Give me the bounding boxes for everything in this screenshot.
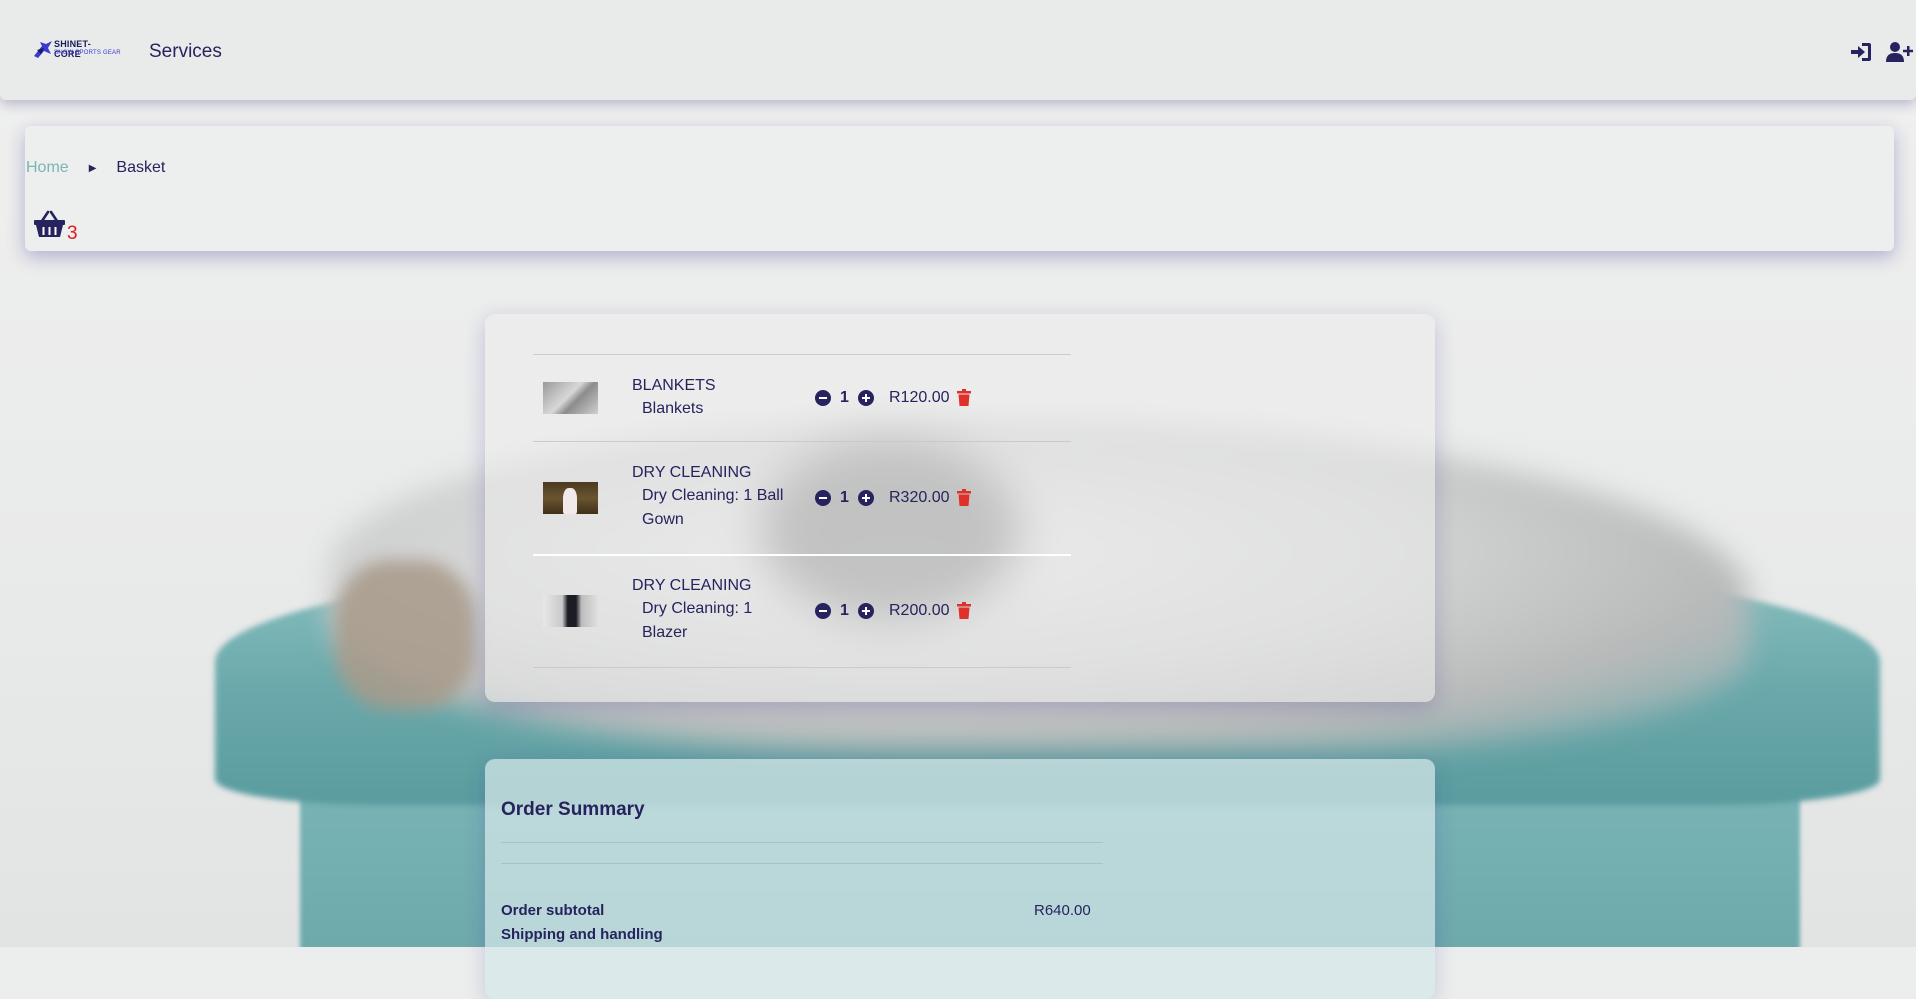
basket-item-row: BLANKETS Blankets 1 R120.00 (533, 354, 1071, 441)
cart-button[interactable]: 3 (33, 210, 78, 243)
item-thumbnail (543, 595, 598, 627)
quantity-stepper: 1 (815, 602, 874, 620)
increase-quantity-button[interactable] (857, 603, 874, 619)
item-description: Blankets (642, 400, 704, 417)
order-summary-title: Order Summary (501, 799, 645, 820)
item-price: R200.00 (889, 602, 950, 619)
login-icon[interactable] (1849, 41, 1873, 63)
breadcrumb-home-link[interactable]: Home (26, 159, 69, 177)
logo-brand-text: SHINET-CORE (54, 39, 91, 59)
logo-tagline: SNOW SPORTS GEAR (54, 50, 121, 56)
item-category: BLANKETS (632, 377, 716, 394)
decrease-quantity-button[interactable] (815, 603, 831, 619)
delete-trash-icon[interactable] (957, 602, 971, 619)
quantity-stepper: 1 (815, 489, 874, 507)
item-category: DRY CLEANING (632, 464, 752, 481)
top-navbar: SHINET-CORE SNOW SPORTS GEAR Services (0, 0, 1916, 100)
basket-items-card: BLANKETS Blankets 1 R120.00 DRY CLEANING… (485, 314, 1435, 702)
quantity-stepper: 1 (815, 389, 874, 407)
breadcrumb-separator-icon: ▶ (88, 162, 97, 174)
cart-count-badge: 3 (67, 223, 78, 244)
basket-item-row: DRY CLEANING Dry Cleaning: 1 Blazer 1 R2… (533, 554, 1071, 668)
order-subtotal-label: Order subtotal (501, 902, 605, 919)
breadcrumb-current: Basket (116, 159, 166, 176)
shipping-handling-label: Shipping and handling (501, 926, 663, 943)
summary-divider (501, 863, 1103, 864)
delete-trash-icon[interactable] (957, 489, 971, 506)
item-thumbnail (543, 382, 598, 414)
breadcrumb-card: Home ▶ Basket 3 (25, 126, 1894, 251)
breadcrumb: Home ▶ Basket (26, 159, 165, 177)
item-quantity: 1 (840, 489, 849, 506)
decrease-quantity-button[interactable] (815, 490, 831, 506)
item-description: Dry Cleaning: 1 Blazer (642, 600, 753, 641)
item-quantity: 1 (840, 389, 849, 406)
item-price: R320.00 (889, 489, 950, 506)
item-description: Dry Cleaning: 1 Ball Gown (642, 487, 784, 528)
item-price: R120.00 (889, 389, 950, 406)
item-category: DRY CLEANING (632, 577, 752, 594)
order-subtotal-value: R640.00 (1034, 902, 1091, 919)
basket-icon (33, 210, 66, 243)
item-thumbnail (543, 482, 598, 514)
decrease-quantity-button[interactable] (815, 390, 831, 406)
order-summary-card: Order Summary Order subtotal R640.00 Shi… (485, 759, 1435, 999)
basket-item-row: DRY CLEANING Dry Cleaning: 1 Ball Gown 1… (533, 441, 1071, 554)
register-user-icon[interactable] (1885, 41, 1913, 63)
increase-quantity-button[interactable] (857, 390, 874, 406)
nav-services-link[interactable]: Services (149, 41, 222, 63)
summary-divider (501, 842, 1103, 843)
increase-quantity-button[interactable] (857, 490, 874, 506)
item-quantity: 1 (840, 602, 849, 619)
brand-logo[interactable]: SHINET-CORE SNOW SPORTS GEAR (32, 38, 121, 62)
basket-items-list: BLANKETS Blankets 1 R120.00 DRY CLEANING… (533, 354, 1071, 668)
delete-trash-icon[interactable] (957, 389, 971, 406)
